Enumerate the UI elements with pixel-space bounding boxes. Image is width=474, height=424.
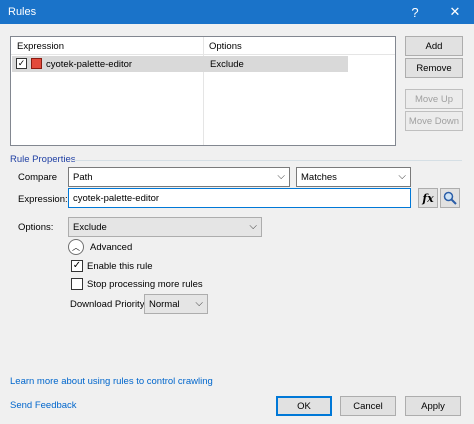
remove-button[interactable]: Remove xyxy=(405,58,463,78)
column-header-options[interactable]: Options xyxy=(209,41,242,52)
move-up-button[interactable]: Move Up xyxy=(405,89,463,109)
match-type-select[interactable]: Matches ⌵ xyxy=(296,167,411,187)
download-priority-select[interactable]: Normal ⌵ xyxy=(144,294,208,314)
learn-more-link[interactable]: Learn more about using rules to control … xyxy=(10,376,213,387)
compare-select[interactable]: Path ⌵ xyxy=(68,167,290,187)
add-button[interactable]: Add xyxy=(405,36,463,56)
rules-list[interactable]: Expression Options ✓ cyotek-palette-edit… xyxy=(10,36,396,146)
rule-properties-group-label: Rule Properties xyxy=(10,154,76,165)
expression-value: cyotek-palette-editor xyxy=(73,193,160,204)
window-title: Rules xyxy=(8,6,37,18)
chevron-down-icon: ⌵ xyxy=(249,221,257,232)
enable-rule-checkbox[interactable]: ✓ xyxy=(71,260,83,272)
rule-expression: cyotek-palette-editor xyxy=(46,59,133,70)
close-button[interactable]: ✕ xyxy=(438,0,472,24)
advanced-label[interactable]: Advanced xyxy=(90,242,132,253)
expression-label: Expression: xyxy=(18,194,68,205)
ok-button[interactable]: OK xyxy=(276,396,332,416)
test-expression-button[interactable] xyxy=(440,188,460,208)
column-divider xyxy=(203,37,204,145)
expression-input[interactable]: cyotek-palette-editor xyxy=(68,188,411,208)
chevron-down-icon: ⌵ xyxy=(398,171,406,182)
title-bar: Rules ? ✕ xyxy=(0,0,474,24)
enable-rule-label[interactable]: Enable this rule xyxy=(87,261,152,272)
exclude-rule-icon xyxy=(31,58,42,69)
stop-processing-label[interactable]: Stop processing more rules xyxy=(87,279,203,290)
options-select[interactable]: Exclude ⌵ xyxy=(68,217,262,237)
expression-builder-button[interactable]: fx xyxy=(418,188,438,208)
options-label: Options: xyxy=(18,222,54,233)
download-priority-value: Normal xyxy=(149,299,180,310)
download-priority-label: Download Priority xyxy=(70,299,145,310)
column-header-expression[interactable]: Expression xyxy=(17,41,64,52)
group-divider xyxy=(74,160,462,161)
chevron-up-icon: ︿ xyxy=(72,242,80,252)
list-item[interactable]: ✓ cyotek-palette-editor Exclude xyxy=(12,56,348,72)
rule-options: Exclude xyxy=(210,59,244,70)
fx-icon: fx xyxy=(422,191,434,205)
rule-enabled-checkbox[interactable]: ✓ xyxy=(16,58,27,69)
cancel-button[interactable]: Cancel xyxy=(340,396,396,416)
options-value: Exclude xyxy=(73,222,107,233)
compare-label: Compare xyxy=(18,172,58,183)
move-down-button[interactable]: Move Down xyxy=(405,111,463,131)
help-button[interactable]: ? xyxy=(398,0,432,24)
send-feedback-link[interactable]: Send Feedback xyxy=(10,400,77,411)
stop-processing-checkbox[interactable] xyxy=(71,278,83,290)
magnifier-icon xyxy=(443,191,457,205)
compare-value: Path xyxy=(73,172,93,183)
apply-button[interactable]: Apply xyxy=(405,396,461,416)
chevron-down-icon: ⌵ xyxy=(277,171,285,182)
match-type-value: Matches xyxy=(301,172,337,183)
chevron-down-icon: ⌵ xyxy=(195,298,203,309)
advanced-toggle[interactable]: ︿ xyxy=(68,239,84,255)
